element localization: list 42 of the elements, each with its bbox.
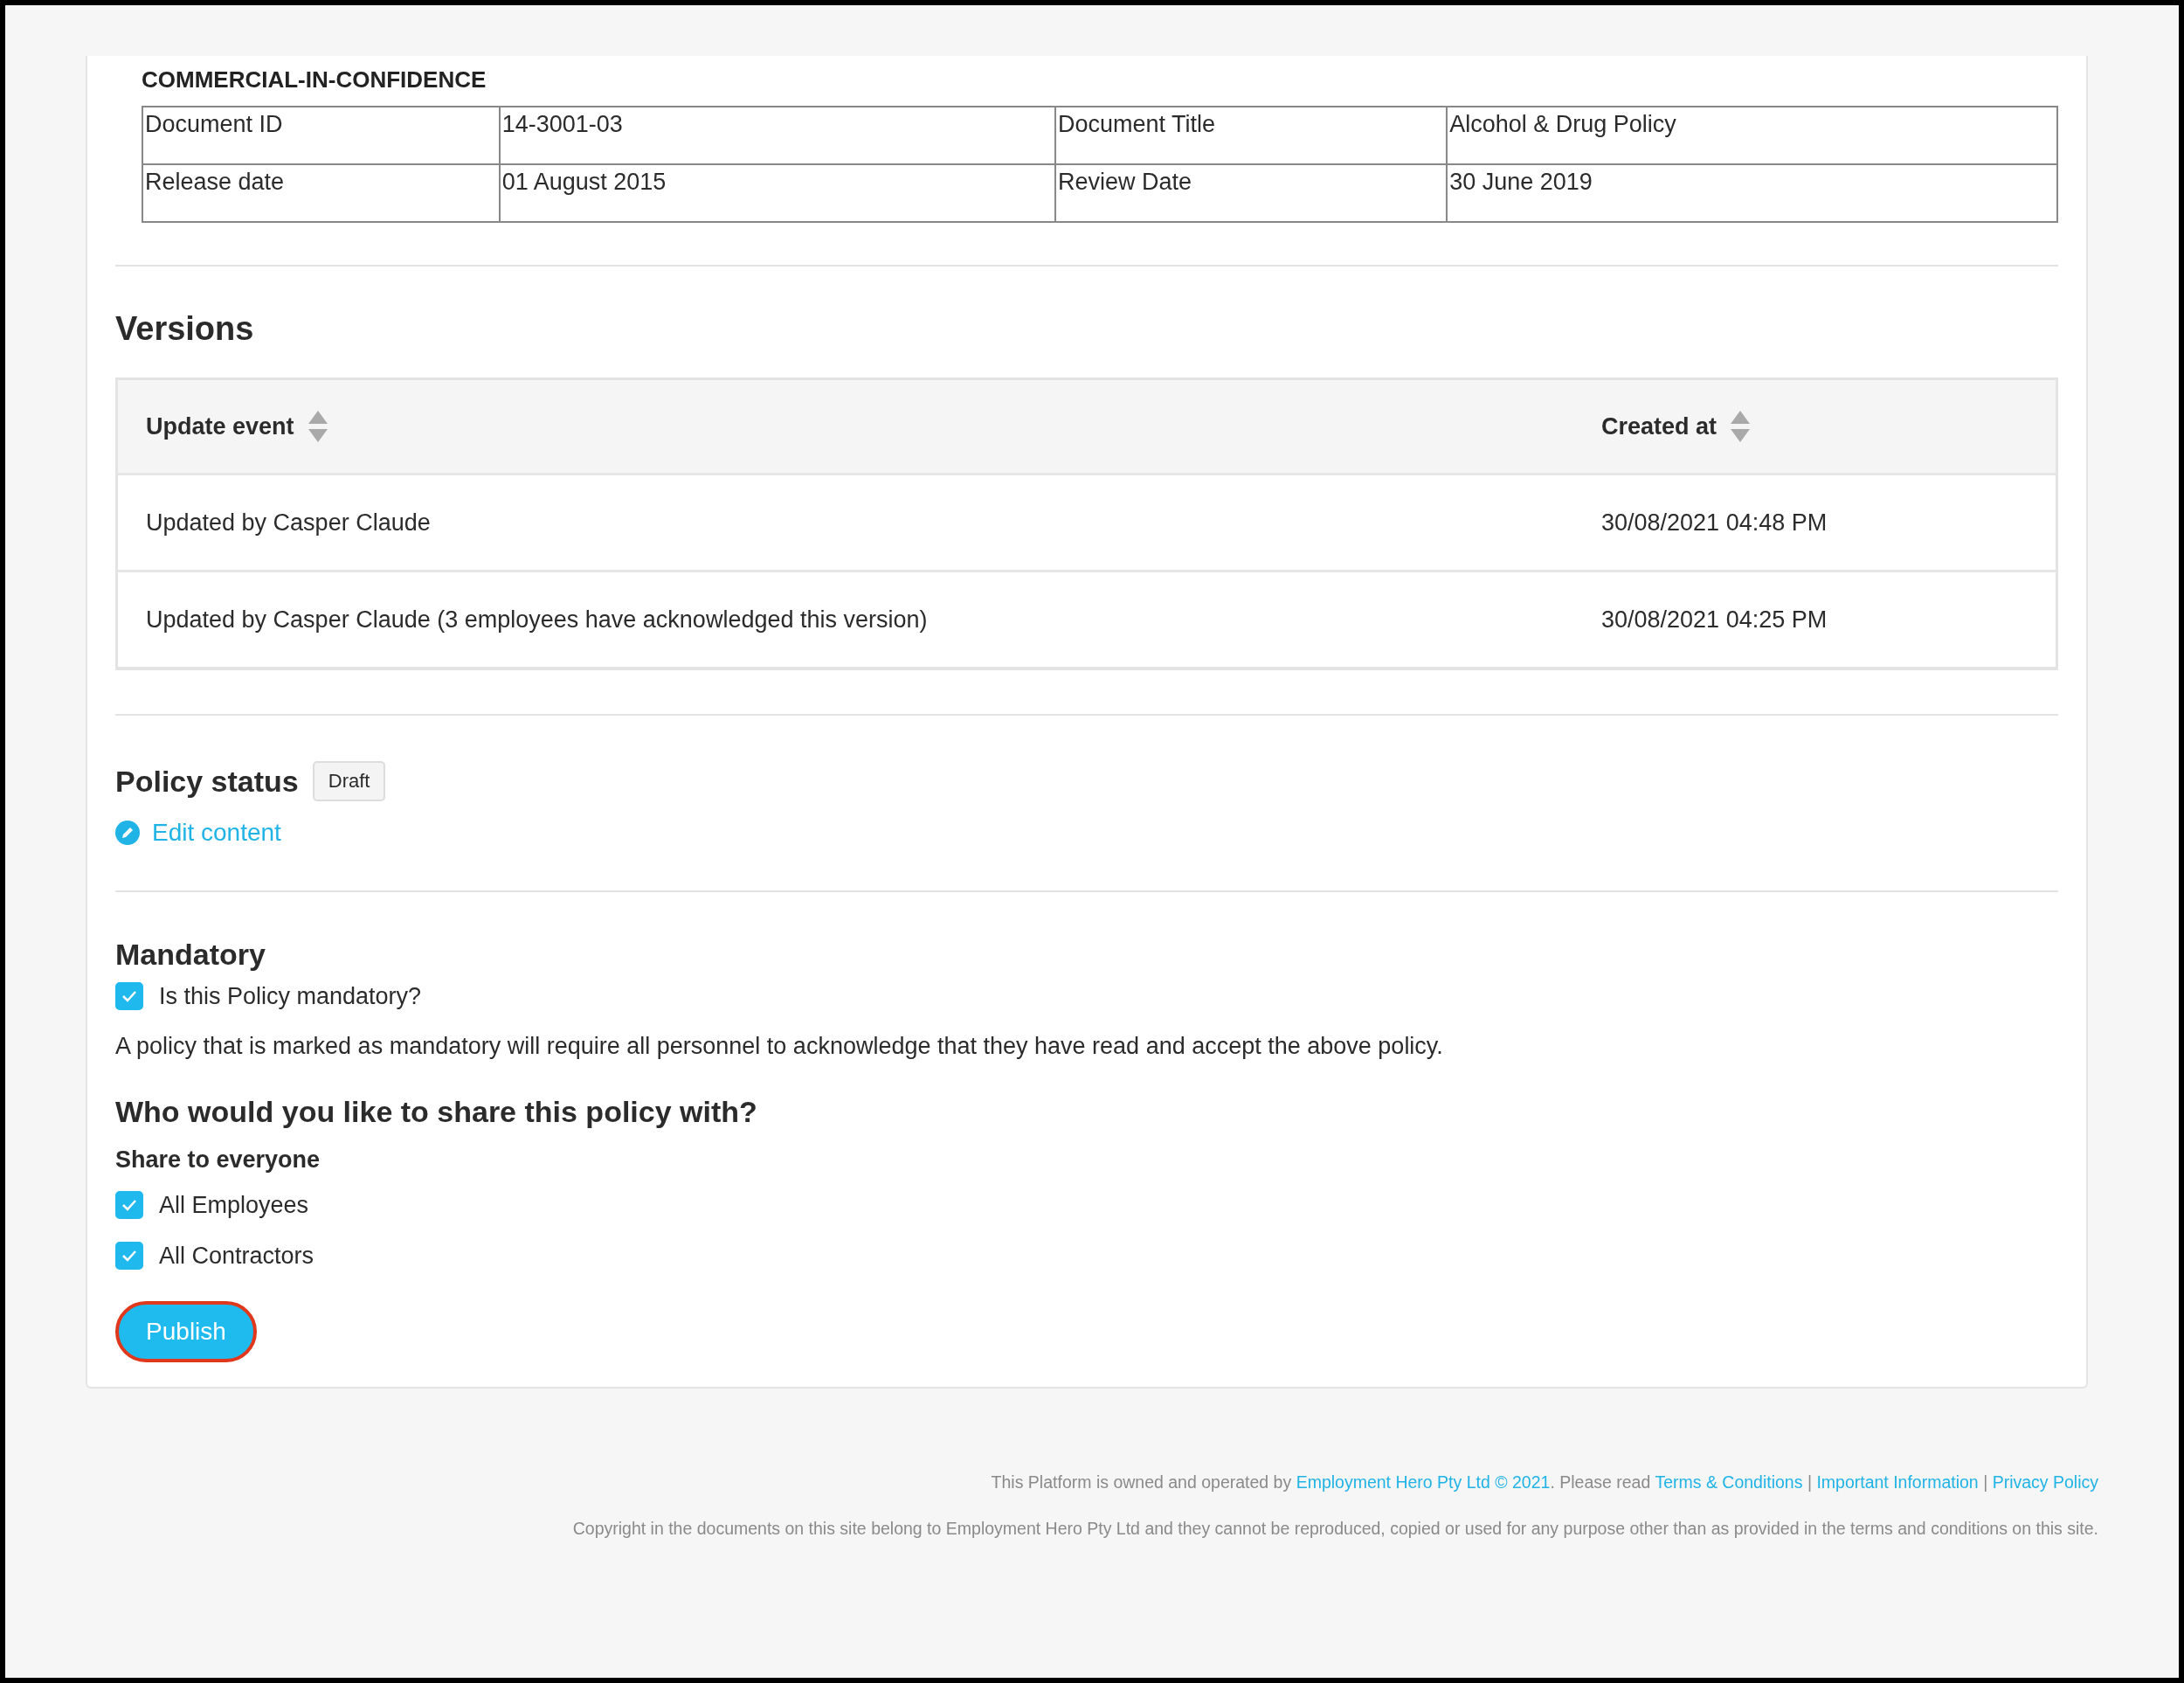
footer-link[interactable]: Privacy Policy: [1992, 1472, 2098, 1492]
pencil-icon: [115, 821, 140, 845]
copyright-notice: Copyright in the documents on this site belong to Employment Hero Pty Ltd and they cannot be reproduced, copied or used for any purpose other than as provided in the terms and conditions on this site.: [572, 1519, 2098, 1539]
checkmark-icon: [121, 1199, 137, 1211]
section-heading: Mandatory: [115, 938, 266, 972]
sort-icon[interactable]: [308, 411, 328, 442]
status-badge: Draft: [312, 761, 386, 801]
table-cell: Document Title: [1054, 107, 1448, 164]
footer-link[interactable]: Employment Hero Pty Ltd © 2021: [1296, 1472, 1551, 1492]
table-cell-text: 30/08/2021 04:48 PM: [1601, 509, 1828, 537]
footer-notice: This Platform is owned and operated by Employment Hero Pty Ltd © 2021. Please read Terms & Conditions | Important Information | Privacy Policy: [991, 1472, 2098, 1493]
edit-content-link[interactable]: Edit content: [115, 819, 281, 847]
table-cell-text: Updated by Casper Claude: [146, 509, 432, 537]
sort-icon[interactable]: [1731, 411, 1751, 442]
footer-link[interactable]: Important Information: [1816, 1472, 1979, 1492]
column-header[interactable]: Created at: [1601, 412, 1717, 440]
checkbox-label: All Contractors: [159, 1242, 314, 1270]
checkbox[interactable]: [115, 982, 143, 1010]
checkmark-icon: [121, 1250, 137, 1262]
description-text: A policy that is marked as mandatory will require all personnel to acknowledge that they have read and accept the above policy.: [115, 1033, 1444, 1060]
table-cell: Alcohol & Drug Policy: [1447, 107, 2057, 164]
table-cell: 14-3001-03: [499, 107, 1055, 164]
column-header[interactable]: Update event: [146, 412, 294, 440]
table-cell: Document ID: [142, 107, 500, 164]
checkbox[interactable]: [115, 1191, 143, 1219]
checkbox-label: All Employees: [159, 1191, 309, 1219]
footer-link[interactable]: Terms & Conditions: [1655, 1472, 1803, 1492]
table-cell: Review Date: [1054, 164, 1448, 222]
section-heading: Who would you like to share this policy with?: [115, 1095, 758, 1129]
table-cell: 01 August 2015: [499, 164, 1055, 222]
classification-label: COMMERCIAL-IN-CONFIDENCE: [142, 66, 487, 94]
checkbox-label: Is this Policy mandatory?: [159, 982, 422, 1010]
table-cell: Release date: [142, 164, 500, 222]
table-cell-text: 30/08/2021 04:25 PM: [1601, 606, 1828, 634]
table-cell: 30 June 2019: [1447, 164, 2057, 222]
subheading: Share to everyone: [115, 1146, 321, 1174]
section-heading: Versions: [115, 310, 255, 348]
checkmark-icon: [121, 990, 137, 1002]
checkbox[interactable]: [115, 1242, 143, 1270]
table-cell-text: Updated by Casper Claude (3 employees have acknowledged this version): [146, 606, 929, 634]
section-heading: Policy status: [115, 764, 299, 799]
publish-button[interactable]: Publish: [115, 1301, 257, 1362]
